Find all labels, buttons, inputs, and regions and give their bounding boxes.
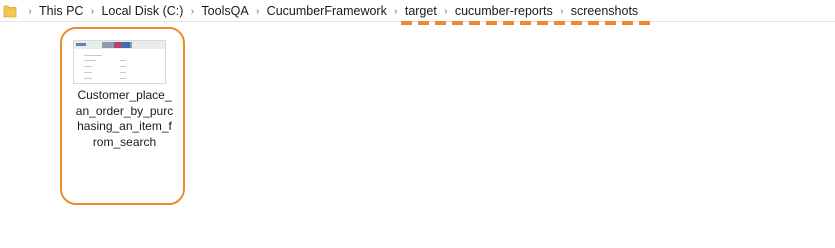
thumbnail-line [84,78,92,79]
thumbnail-line [84,60,96,61]
breadcrumb-this-pc[interactable]: This PC [38,4,84,18]
breadcrumb: › This PC › Local Disk (C:) › ToolsQA › … [22,0,639,22]
thumbnail-line [120,72,126,73]
breadcrumb-screenshots[interactable]: screenshots [570,4,639,18]
address-bar[interactable]: › This PC › Local Disk (C:) › ToolsQA › … [0,0,835,22]
chevron-right-icon[interactable]: › [388,6,404,17]
thumbnail-logo [76,43,86,46]
file-name[interactable]: Customer_place_ an_order_by_purc hasing_… [70,88,179,150]
thumbnail-line [84,72,92,73]
thumbnail-nav-accent [122,42,130,48]
breadcrumb-cucumber-reports[interactable]: cucumber-reports [454,4,554,18]
chevron-right-icon[interactable]: › [22,6,38,17]
thumbnail-line [120,66,126,67]
file-name-line: an_order_by_purc [75,103,174,118]
file-thumbnail[interactable] [73,40,166,84]
folder-icon [3,5,17,18]
chevron-right-icon[interactable]: › [554,6,570,17]
chevron-right-icon[interactable]: › [438,6,454,17]
thumbnail-line [84,66,92,67]
breadcrumb-local-disk[interactable]: Local Disk (C:) [100,4,184,18]
file-explorer-window: › This PC › Local Disk (C:) › ToolsQA › … [0,0,835,248]
file-name-line: rom_search [92,134,157,149]
chevron-right-icon[interactable]: › [184,6,200,17]
chevron-right-icon[interactable]: › [250,6,266,17]
breadcrumb-cucumberframework[interactable]: CucumberFramework [266,4,388,18]
thumbnail-nav-accent [114,42,122,48]
file-name-line: hasing_an_item_f [77,119,172,133]
thumbnail-line [120,60,126,61]
chevron-right-icon[interactable]: › [84,6,100,17]
breadcrumb-target[interactable]: target [404,4,438,18]
thumbnail-line [120,78,126,79]
thumbnail-line [84,55,102,56]
file-item-screenshot[interactable]: Customer_place_ an_order_by_purc hasing_… [60,27,185,205]
breadcrumb-toolsqa[interactable]: ToolsQA [200,4,249,18]
file-name-line: Customer_place_ [77,88,172,102]
